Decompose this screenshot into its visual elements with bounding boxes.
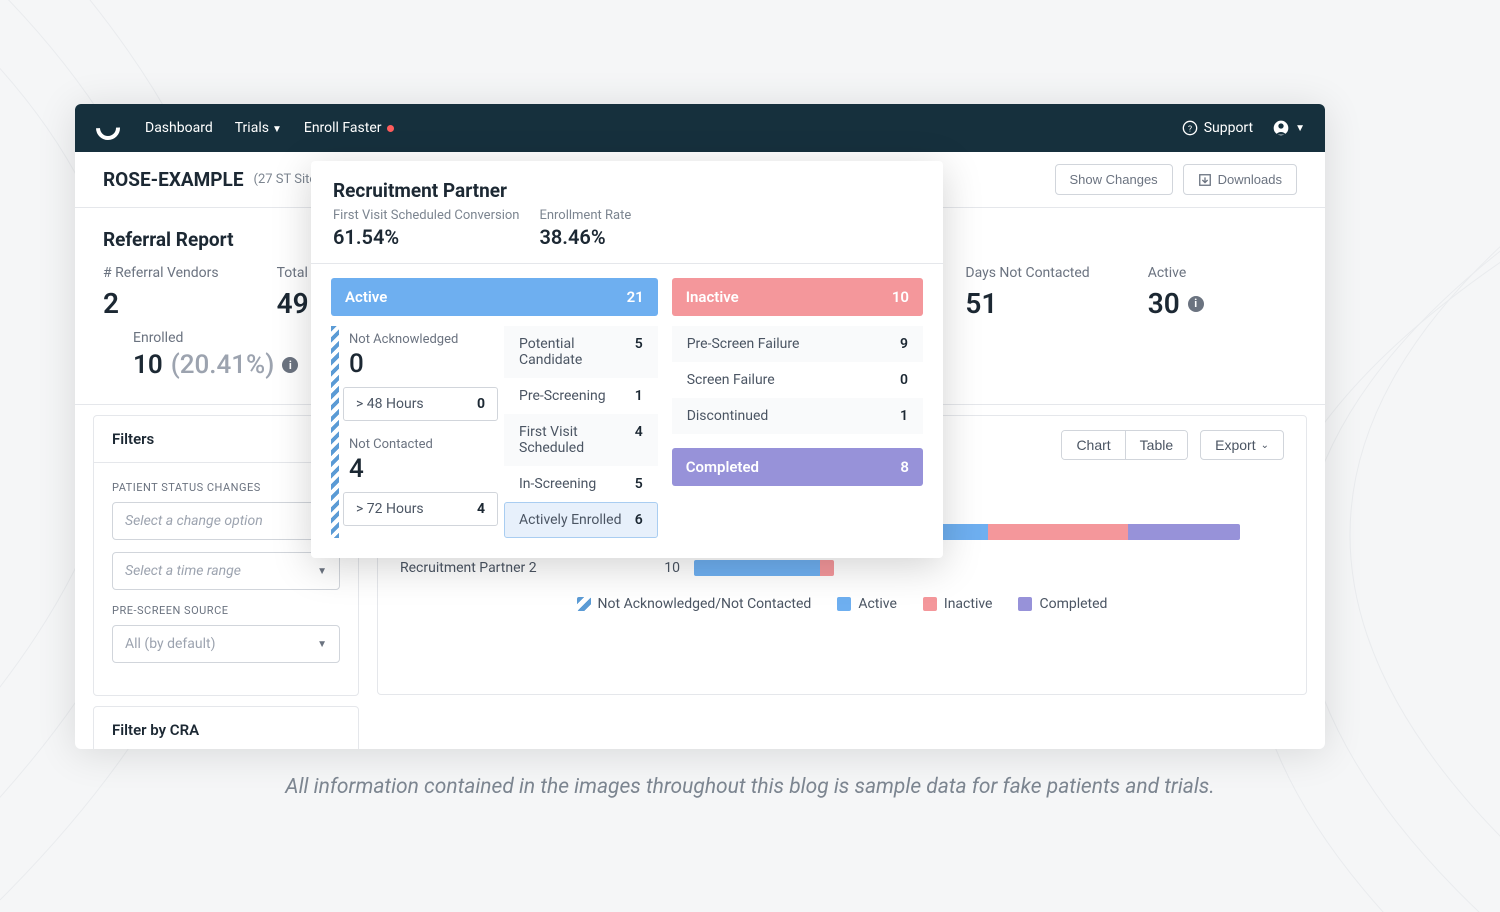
help-icon: ? <box>1182 120 1198 136</box>
legend-completed-swatch <box>1018 597 1032 611</box>
active-status-header: Active21 <box>331 278 658 316</box>
chevron-down-icon: ⌄ <box>1261 440 1269 451</box>
inactive-status-header: Inactive10 <box>672 278 923 316</box>
stat-enrollment-value: 38.46% <box>539 225 631 249</box>
user-menu[interactable]: ▼ <box>1273 120 1305 136</box>
stat-conversion-label: First Visit Scheduled Conversion <box>333 208 519 223</box>
not-contacted-value: 4 <box>343 454 498 490</box>
nav-trials[interactable]: Trials▼ <box>235 120 282 136</box>
chart-bar <box>694 560 834 576</box>
status-sub-item[interactable]: Actively Enrolled6 <box>504 502 658 538</box>
nav-dashboard[interactable]: Dashboard <box>145 120 213 136</box>
support-link[interactable]: ? Support <box>1182 120 1253 136</box>
downloads-button[interactable]: Downloads <box>1183 164 1297 195</box>
download-icon <box>1198 173 1212 187</box>
hatch-stripe <box>331 326 339 538</box>
status-sub-item[interactable]: First Visit Scheduled4 <box>504 414 658 466</box>
chart-row[interactable]: Recruitment Partner 210 <box>400 560 1284 576</box>
patient-status-label: PATIENT STATUS CHANGES <box>112 481 340 494</box>
chart-legend: Not Acknowledged/Not Contacted Active In… <box>400 596 1284 612</box>
export-button[interactable]: Export ⌄ <box>1200 430 1284 460</box>
chart-toggle[interactable]: Chart <box>1062 431 1124 459</box>
not-ack-label: Not Acknowledged <box>343 326 498 349</box>
status-sub-item[interactable]: Screen Failure0 <box>672 362 923 398</box>
status-sub-item[interactable]: In-Screening5 <box>504 466 658 502</box>
status-sub-item[interactable]: Potential Candidate5 <box>504 326 658 378</box>
stat-enrollment-label: Enrollment Rate <box>539 208 631 223</box>
disclaimer-text: All information contained in the images … <box>0 775 1500 799</box>
legend-hatch-swatch <box>577 597 591 611</box>
trial-name: ROSE-EXAMPLE <box>103 168 244 191</box>
metric-active: Active 30 i <box>1148 265 1204 320</box>
logo <box>95 115 121 141</box>
filter-by-cra-header[interactable]: Filter by CRA <box>94 707 358 749</box>
chart-row-count: 10 <box>650 560 680 576</box>
gt48-box: > 48 Hours0 <box>343 387 498 421</box>
status-sub-item[interactable]: Pre-Screening1 <box>504 378 658 414</box>
filter-by-cra-card: Filter by CRA <box>93 706 359 749</box>
show-changes-button[interactable]: Show Changes <box>1055 164 1173 195</box>
legend-active-swatch <box>837 597 851 611</box>
metric-days-not-contacted: Days Not Contacted 51 <box>965 265 1089 320</box>
time-range-select[interactable]: Select a time range▼ <box>112 552 340 590</box>
change-option-select[interactable]: Select a change option▼ <box>112 502 340 540</box>
info-icon[interactable]: i <box>282 357 298 373</box>
info-icon[interactable]: i <box>1188 296 1204 312</box>
navbar: Dashboard Trials▼ Enroll Faster ? Suppor… <box>75 104 1325 152</box>
prescreen-source-select[interactable]: All (by default)▼ <box>112 625 340 663</box>
notification-dot <box>387 125 394 132</box>
chevron-down-icon: ▼ <box>317 639 327 650</box>
not-contacted-label: Not Contacted <box>343 431 498 454</box>
svg-text:?: ? <box>1188 124 1192 134</box>
status-sub-item[interactable]: Pre-Screen Failure9 <box>672 326 923 362</box>
status-sub-item[interactable]: Discontinued1 <box>672 398 923 434</box>
partner-detail-popover: Recruitment Partner First Visit Schedule… <box>311 161 943 558</box>
chart-row-label: Recruitment Partner 2 <box>400 560 650 576</box>
metric-vendors: # Referral Vendors 2 <box>103 265 219 320</box>
stat-conversion-value: 61.54% <box>333 225 519 249</box>
nav-enroll-faster[interactable]: Enroll Faster <box>304 120 394 136</box>
chevron-down-icon: ▼ <box>317 566 327 577</box>
prescreen-source-label: PRE-SCREEN SOURCE <box>112 604 340 617</box>
popover-title: Recruitment Partner <box>333 179 921 202</box>
legend-inactive-swatch <box>923 597 937 611</box>
caret-down-icon: ▼ <box>272 124 282 135</box>
view-toggle: Chart Table <box>1061 430 1188 460</box>
caret-down-icon: ▼ <box>1295 123 1305 134</box>
user-icon <box>1273 120 1289 136</box>
gt72-box: > 72 Hours4 <box>343 492 498 526</box>
not-ack-value: 0 <box>343 349 498 385</box>
table-toggle[interactable]: Table <box>1125 431 1187 459</box>
completed-status-header: Completed8 <box>672 448 923 486</box>
